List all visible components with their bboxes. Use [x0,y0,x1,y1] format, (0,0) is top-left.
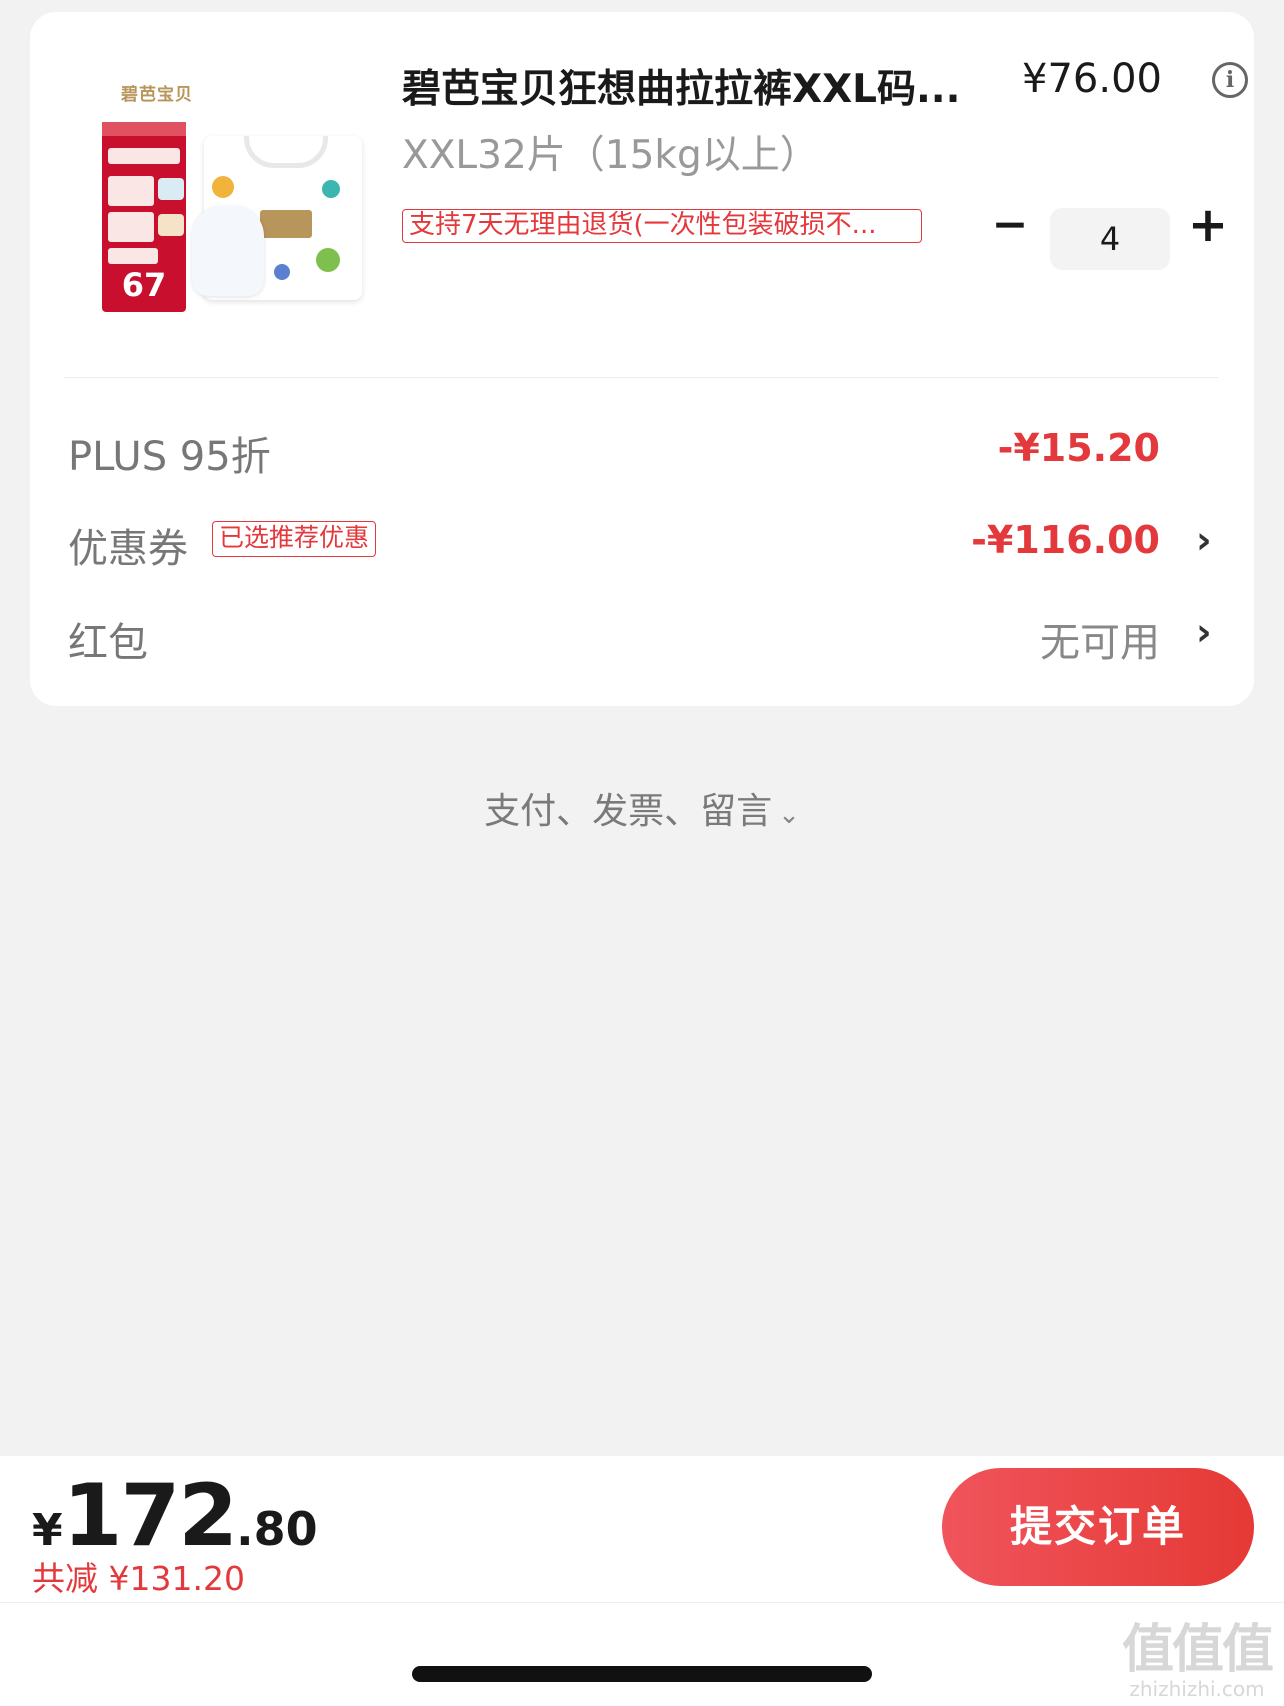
more-options-label: 支付、发票、留言 [484,791,773,832]
coupon-label[interactable]: 优惠券 [68,516,188,574]
bag-pattern [212,176,234,198]
return-policy-tag: 支持7天无理由退货(一次性包装破损不... [402,209,922,243]
product-image[interactable]: 碧芭宝贝 67 [64,56,364,338]
product-poster: 碧芭宝贝 67 [98,64,216,338]
plus-discount-label: PLUS 95折 [68,434,271,480]
currency-symbol: ¥ [32,1505,63,1556]
bag-pattern [274,264,290,280]
order-total: ¥172.80 [32,1466,318,1566]
product-title[interactable]: 碧芭宝贝狂想曲拉拉裤XXL码... [402,58,1022,114]
product-diaper [192,206,264,296]
poster-brand: 碧芭宝贝 [121,85,193,105]
poster-thumbnail [158,178,184,200]
bag-label [260,210,312,238]
quantity-input[interactable]: 4 [1050,208,1170,270]
product-price: ¥76.00 [1022,56,1162,102]
poster-panel [108,176,154,206]
chevron-right-icon[interactable]: › [1196,518,1212,562]
bag-pattern [322,180,340,198]
info-icon[interactable]: i [1212,62,1248,98]
quantity-decrease-button[interactable]: − [982,202,1038,252]
bag-pattern [316,248,340,272]
more-options-toggle[interactable]: 支付、发票、留言 ⌄ [0,782,1284,834]
divider [64,377,1218,378]
quantity-increase-button[interactable]: + [1180,201,1236,252]
total-decimal: .80 [236,1502,318,1556]
divider [0,1602,1284,1603]
poster-panel [108,212,154,242]
total-integer: 172 [62,1466,239,1566]
watermark-url: zhizhizhi.com [1129,1677,1265,1701]
poster-panel [108,248,158,264]
checkout-bar: ¥172.80 共减 ¥131.20 提交订单 值值值 zhizhizhi.co… [0,1456,1284,1706]
poster-panel [108,148,180,164]
coupon-value[interactable]: -¥116.00 [971,518,1160,562]
product-spec[interactable]: XXL32片（15kg以上） [402,124,819,180]
chevron-down-icon: ⌄ [778,800,800,830]
watermark-logo: 值值值 [1121,1620,1274,1680]
chevron-right-icon[interactable]: › [1196,610,1212,654]
coupon-selected-tag: 已选推荐优惠 [212,521,377,557]
order-card: 碧芭宝贝 67 碧芭宝贝狂想曲拉拉裤XXL码... ¥76.00 i XXL32… [30,12,1254,706]
submit-order-button[interactable]: 提交订单 [942,1468,1254,1586]
watermark: 值值值 zhizhizhi.com [1121,1620,1274,1701]
poster-thumbnail [158,214,184,236]
red-packet-label[interactable]: 红包 [68,610,148,668]
poster-strip [102,122,186,136]
bag-handle [244,136,328,168]
red-packet-value[interactable]: 无可用 [1040,610,1160,668]
total-saving[interactable]: 共减 ¥131.20 [32,1552,245,1600]
poster-price: 67 [121,266,167,304]
plus-discount-value: -¥15.20 [997,426,1160,470]
home-indicator[interactable] [412,1666,872,1682]
